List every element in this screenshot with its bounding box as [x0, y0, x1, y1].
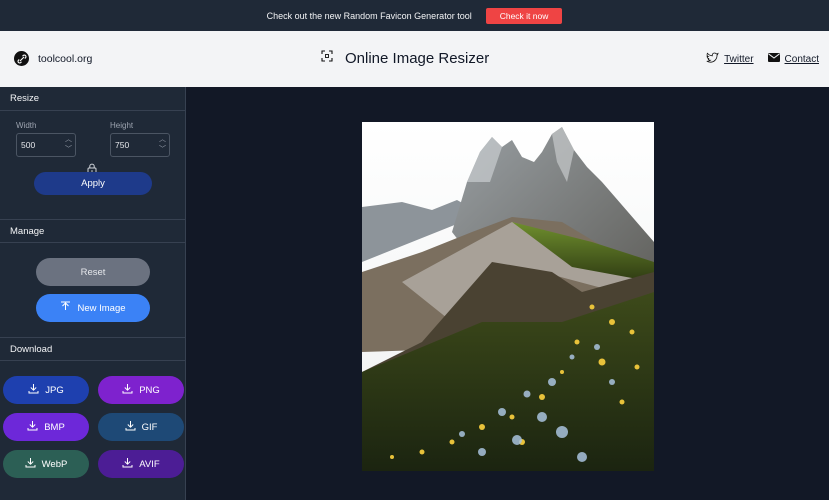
- apply-label: Apply: [81, 178, 105, 189]
- width-label: Width: [16, 121, 37, 130]
- download-jpg-button[interactable]: JPG: [3, 376, 89, 404]
- download-icon: [28, 383, 39, 397]
- link-icon: [14, 51, 29, 66]
- announcement-bar: Check out the new Random Favicon Generat…: [0, 0, 829, 31]
- height-stepper[interactable]: ︿ ﹀: [159, 136, 166, 154]
- upload-icon: [60, 301, 71, 315]
- download-jpg-label: JPG: [45, 384, 64, 396]
- download-avif-label: AVIF: [139, 458, 160, 470]
- download-panel: JPG PNG BMP GIF WebP AVIF: [0, 361, 185, 478]
- twitter-label: Twitter: [724, 53, 754, 65]
- reset-label: Reset: [80, 266, 106, 278]
- reset-button[interactable]: Reset: [36, 258, 150, 286]
- new-image-button[interactable]: New Image: [36, 294, 150, 322]
- contact-label: Contact: [784, 53, 819, 65]
- download-bmp-label: BMP: [44, 421, 65, 433]
- twitter-icon: [706, 52, 719, 66]
- mail-icon: [767, 53, 780, 65]
- download-gif-label: GIF: [141, 421, 158, 433]
- download-avif-button[interactable]: AVIF: [98, 450, 184, 478]
- site-header: toolcool.org Online Image Resizer Twitte…: [0, 31, 829, 87]
- header-links: Twitter Contact: [706, 52, 819, 66]
- download-webp-button[interactable]: WebP: [3, 450, 89, 478]
- page-title-text: Online Image Resizer: [345, 49, 490, 67]
- width-value: 500: [21, 140, 36, 150]
- twitter-link[interactable]: Twitter: [706, 52, 754, 66]
- check-it-now-button[interactable]: Check it now: [485, 7, 563, 24]
- contact-link[interactable]: Contact: [767, 53, 819, 65]
- download-icon: [27, 420, 38, 434]
- download-gif-button[interactable]: GIF: [98, 413, 184, 441]
- crop-icon: [321, 49, 333, 67]
- image-preview-area: [187, 87, 829, 500]
- download-heading: Download: [0, 337, 185, 361]
- brand-name: toolcool.org: [38, 52, 93, 65]
- download-icon: [25, 457, 36, 471]
- width-field[interactable]: 500 ︿ ﹀: [16, 133, 76, 157]
- download-icon: [122, 383, 133, 397]
- download-webp-label: WebP: [41, 458, 68, 470]
- apply-button[interactable]: Apply: [34, 172, 152, 195]
- manage-heading: Manage: [0, 219, 185, 243]
- manage-panel: Reset New Image: [0, 243, 185, 337]
- sidebar: Resize Width 500 ︿ ﹀ Height 750 ︿ ﹀ Apply …: [0, 87, 186, 500]
- page-title: Online Image Resizer: [321, 49, 489, 67]
- announcement-text: Check out the new Random Favicon Generat…: [266, 10, 472, 21]
- download-bmp-button[interactable]: BMP: [3, 413, 89, 441]
- download-icon: [122, 457, 133, 471]
- download-png-button[interactable]: PNG: [98, 376, 184, 404]
- download-icon: [125, 420, 136, 434]
- height-label: Height: [110, 121, 134, 130]
- width-stepper[interactable]: ︿ ﹀: [65, 136, 72, 154]
- brand-link[interactable]: toolcool.org: [14, 51, 92, 66]
- download-png-label: PNG: [139, 384, 160, 396]
- height-value: 750: [115, 140, 130, 150]
- height-field[interactable]: 750 ︿ ﹀: [110, 133, 170, 157]
- resize-panel: Width 500 ︿ ﹀ Height 750 ︿ ﹀ Apply: [0, 111, 185, 219]
- preview-image: [362, 122, 654, 471]
- new-image-label: New Image: [77, 302, 126, 314]
- resize-heading: Resize: [0, 87, 185, 111]
